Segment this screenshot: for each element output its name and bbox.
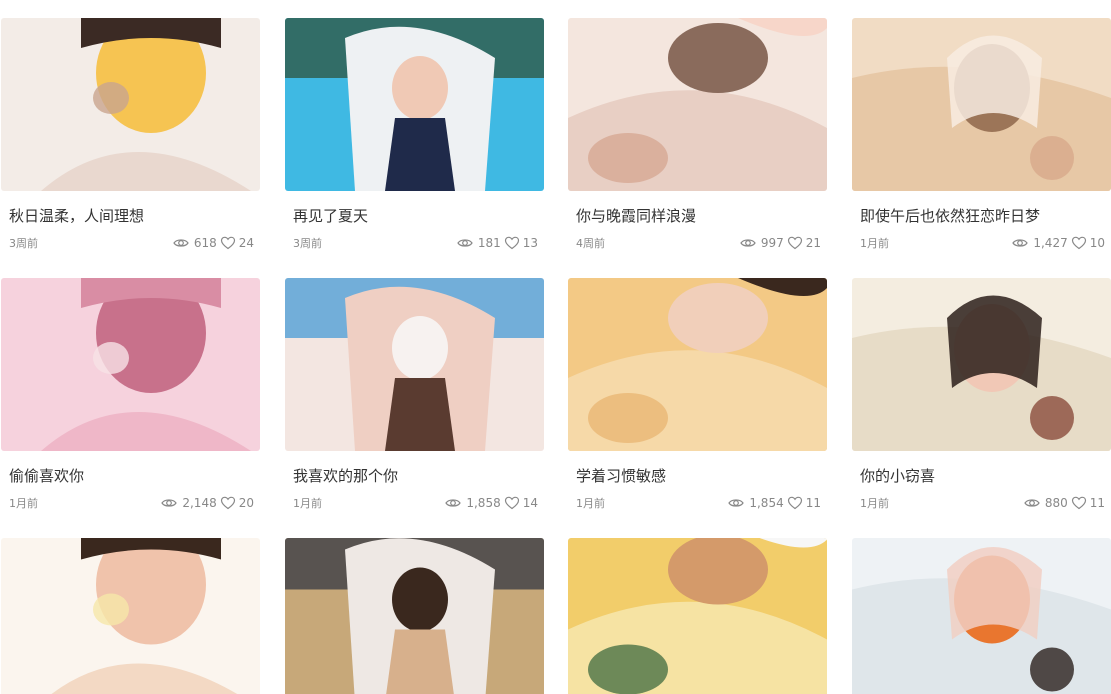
photo-image: [852, 18, 1111, 191]
card-thumbnail[interactable]: [1, 538, 260, 694]
like-count: 20: [238, 496, 254, 510]
gallery-card[interactable]: 你的小窃喜 1月前 880 11: [852, 278, 1111, 538]
heart-icon[interactable]: [787, 495, 803, 511]
card-time: 1月前: [576, 497, 605, 510]
card-stats: 181 13: [457, 235, 538, 251]
view-count: 1,427: [1033, 236, 1068, 250]
eye-icon: [1024, 495, 1040, 511]
heart-icon[interactable]: [504, 235, 520, 251]
like-count: 13: [522, 236, 538, 250]
heart-icon[interactable]: [787, 235, 803, 251]
like-count: 11: [805, 496, 821, 510]
heart-icon[interactable]: [1071, 495, 1087, 511]
photo-grid: 秋日温柔，人间理想 3周前 618 24 再见了夏天 3周前 181 13 你与…: [0, 0, 1111, 694]
eye-icon: [1012, 235, 1029, 251]
card-thumbnail[interactable]: [568, 538, 827, 694]
card-thumbnail[interactable]: [852, 538, 1111, 694]
card-thumbnail[interactable]: [285, 538, 544, 694]
gallery-card[interactable]: 再见了夏天 3周前 181 13: [285, 18, 544, 278]
card-thumbnail[interactable]: [285, 18, 544, 191]
heart-icon[interactable]: [504, 495, 520, 511]
view-count: 181: [477, 236, 501, 250]
gallery-card[interactable]: 我喜欢的那个你 1月前 1,858 14: [285, 278, 544, 538]
gallery-card[interactable]: [1, 538, 260, 694]
eye-icon: [457, 235, 473, 251]
heart-icon[interactable]: [220, 495, 236, 511]
like-count: 10: [1089, 236, 1105, 250]
heart-icon[interactable]: [220, 235, 236, 251]
card-title[interactable]: 偷偷喜欢你: [9, 466, 254, 486]
like-count: 14: [522, 496, 538, 510]
card-thumbnail[interactable]: [852, 278, 1111, 451]
photo-image: [568, 278, 827, 451]
card-stats: 2,148 20: [161, 495, 254, 511]
photo-image: [285, 18, 544, 191]
card-title[interactable]: 你的小窃喜: [860, 466, 1105, 486]
card-stats: 618 24: [173, 235, 254, 251]
eye-icon: [161, 495, 178, 511]
view-count: 1,854: [749, 496, 784, 510]
card-thumbnail[interactable]: [285, 278, 544, 451]
card-title[interactable]: 我喜欢的那个你: [293, 466, 538, 486]
card-title[interactable]: 学着习惯敏感: [576, 466, 821, 486]
photo-image: [568, 538, 827, 694]
gallery-card[interactable]: 学着习惯敏感 1月前 1,854 11: [568, 278, 827, 538]
photo-image: [285, 538, 544, 694]
gallery-card[interactable]: [568, 538, 827, 694]
card-stats: 1,858 14: [445, 495, 538, 511]
eye-icon: [728, 495, 745, 511]
heart-icon[interactable]: [1071, 235, 1087, 251]
view-count: 618: [193, 236, 217, 250]
card-time: 4周前: [576, 237, 605, 250]
card-time: 3周前: [293, 237, 322, 250]
card-time: 1月前: [9, 497, 38, 510]
card-title[interactable]: 再见了夏天: [293, 206, 538, 226]
like-count: 11: [1089, 496, 1105, 510]
card-thumbnail[interactable]: [1, 278, 260, 451]
view-count: 2,148: [182, 496, 217, 510]
card-time: 1月前: [860, 237, 889, 250]
gallery-card[interactable]: [852, 538, 1111, 694]
gallery-card[interactable]: [285, 538, 544, 694]
like-count: 21: [805, 236, 821, 250]
eye-icon: [173, 235, 189, 251]
card-stats: 1,854 11: [728, 495, 821, 511]
eye-icon: [740, 235, 756, 251]
like-count: 24: [238, 236, 254, 250]
card-thumbnail[interactable]: [852, 18, 1111, 191]
view-count: 880: [1044, 496, 1068, 510]
photo-image: [1, 538, 260, 694]
card-thumbnail[interactable]: [568, 18, 827, 191]
gallery-card[interactable]: 你与晚霞同样浪漫 4周前 997 21: [568, 18, 827, 278]
card-stats: 997 21: [740, 235, 821, 251]
card-title[interactable]: 即使午后也依然狂恋昨日梦: [860, 206, 1105, 226]
card-title[interactable]: 秋日温柔，人间理想: [9, 206, 254, 226]
gallery-card[interactable]: 偷偷喜欢你 1月前 2,148 20: [1, 278, 260, 538]
gallery-card[interactable]: 秋日温柔，人间理想 3周前 618 24: [1, 18, 260, 278]
card-time: 3周前: [9, 237, 38, 250]
card-stats: 1,427 10: [1012, 235, 1105, 251]
view-count: 997: [760, 236, 784, 250]
photo-image: [1, 278, 260, 451]
card-stats: 880 11: [1024, 495, 1105, 511]
card-title[interactable]: 你与晚霞同样浪漫: [576, 206, 821, 226]
photo-image: [285, 278, 544, 451]
gallery-card[interactable]: 即使午后也依然狂恋昨日梦 1月前 1,427 10: [852, 18, 1111, 278]
photo-image: [852, 538, 1111, 694]
view-count: 1,858: [466, 496, 501, 510]
card-thumbnail[interactable]: [1, 18, 260, 191]
card-thumbnail[interactable]: [568, 278, 827, 451]
photo-image: [568, 18, 827, 191]
photo-image: [1, 18, 260, 191]
photo-image: [852, 278, 1111, 451]
card-time: 1月前: [860, 497, 889, 510]
eye-icon: [445, 495, 462, 511]
card-time: 1月前: [293, 497, 322, 510]
